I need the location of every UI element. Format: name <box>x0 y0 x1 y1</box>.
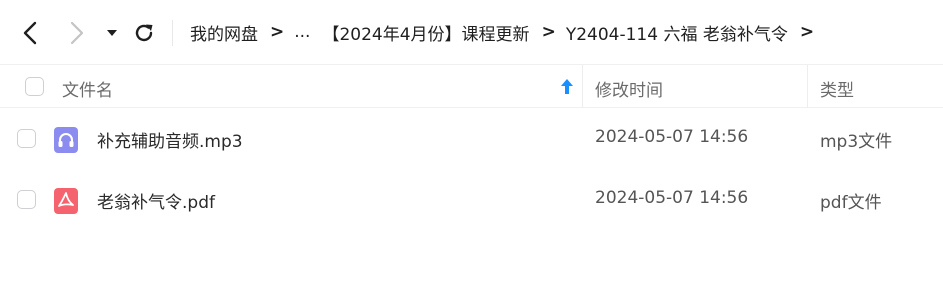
file-name[interactable]: 补充辅助音频.mp3 <box>97 127 243 152</box>
table-row[interactable]: 老翁补气令.pdf 2024-05-07 14:56 pdf文件 <box>0 172 943 228</box>
file-name[interactable]: 老翁补气令.pdf <box>97 188 215 213</box>
column-divider[interactable] <box>807 65 808 108</box>
chevron-left-icon <box>23 21 37 45</box>
back-button[interactable] <box>17 18 43 48</box>
file-type: mp3文件 <box>820 132 893 152</box>
column-divider[interactable] <box>582 65 583 108</box>
row-checkbox[interactable] <box>17 129 36 148</box>
column-header-modified[interactable]: 修改时间 <box>595 76 663 101</box>
file-type: pdf文件 <box>820 193 882 213</box>
nav-divider <box>172 20 173 46</box>
breadcrumb-item-current-folder[interactable]: Y2404-114 六福 老翁补气令 <box>566 20 788 45</box>
column-header-name[interactable]: 文件名 <box>62 76 113 101</box>
select-all-checkbox[interactable] <box>25 77 44 96</box>
pdf-file-icon <box>54 188 78 214</box>
sort-ascending-icon[interactable] <box>560 78 574 96</box>
table-row[interactable]: 补充辅助音频.mp3 2024-05-07 14:56 mp3文件 <box>0 111 943 167</box>
refresh-button[interactable] <box>130 18 158 48</box>
file-modified-time: 2024-05-07 14:56 <box>595 127 749 147</box>
file-browser: 我的网盘 > ... 【2024年4月份】课程更新 > Y2404-114 六福… <box>0 0 943 281</box>
caret-down-icon <box>107 30 117 36</box>
breadcrumb-separator: > <box>799 22 815 42</box>
forward-button[interactable] <box>64 18 90 48</box>
navigation-bar: 我的网盘 > ... 【2024年4月份】课程更新 > Y2404-114 六福… <box>0 0 943 64</box>
history-dropdown-button[interactable] <box>102 18 122 48</box>
breadcrumb-item-course-update[interactable]: 【2024年4月份】课程更新 <box>322 20 529 45</box>
table-header: 文件名 修改时间 类型 <box>0 64 943 108</box>
breadcrumb-separator: > <box>270 22 285 42</box>
breadcrumb-separator: > <box>541 22 556 42</box>
refresh-icon <box>135 24 153 42</box>
breadcrumb: 我的网盘 > ... 【2024年4月份】课程更新 > Y2404-114 六福… <box>190 0 824 64</box>
chevron-right-icon <box>70 21 84 45</box>
column-header-type[interactable]: 类型 <box>820 76 854 101</box>
file-modified-time: 2024-05-07 14:56 <box>595 188 749 208</box>
row-checkbox[interactable] <box>17 190 36 209</box>
breadcrumb-ellipsis[interactable]: ... <box>294 22 310 42</box>
audio-file-icon <box>54 127 78 153</box>
breadcrumb-root[interactable]: 我的网盘 <box>190 20 258 45</box>
